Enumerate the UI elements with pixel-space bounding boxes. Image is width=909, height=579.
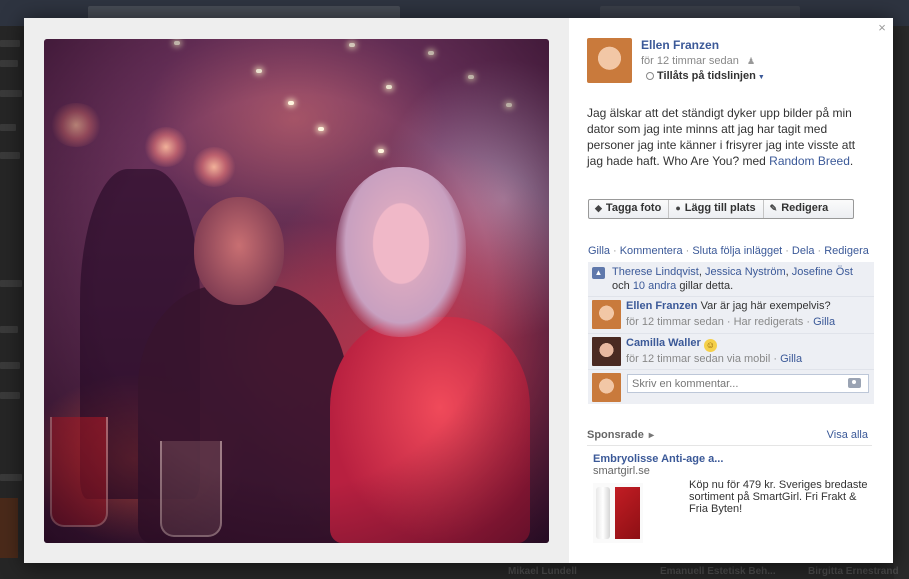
add-location-label: Lägg till plats — [684, 202, 756, 214]
friends-audience-icon[interactable]: ♟ — [747, 56, 757, 66]
separator-dot: · — [817, 245, 822, 257]
chevron-down-icon: ▼ — [757, 74, 765, 81]
post-actions-links: Gilla · Kommentera · Sluta följa inlägget · De… — [588, 245, 869, 257]
background-text-line — [0, 474, 22, 481]
separator-dot: · — [785, 245, 789, 257]
background-text-line — [0, 124, 16, 131]
sponsored-label: Sponsrade ▸ — [587, 429, 654, 441]
ad-bottle-shape — [596, 487, 610, 539]
timeline-status-label: Tillåts på tidslinjen — [657, 70, 756, 82]
background-text-line — [0, 392, 20, 399]
comment-text: Var är jag här exempelvis? — [700, 300, 831, 312]
background-contact-name: Emanuell Estetisk Beh... — [660, 566, 776, 577]
tag-photo-button[interactable]: ◆ Tagga foto — [589, 200, 670, 218]
camera-icon[interactable] — [848, 378, 861, 388]
sponsored-header: Sponsrade ▸ Visa alla — [587, 429, 872, 446]
background-contact-name: Mikael Lundell — [508, 566, 577, 577]
background-text-line — [0, 40, 20, 47]
edit-post-link[interactable]: Redigera — [824, 245, 869, 257]
comment-item: Camilla Waller ☺ för 12 timmar sedan via… — [588, 333, 874, 369]
ad-title-link[interactable]: Embryolisse Anti-age a... — [593, 453, 723, 465]
unfollow-post-link[interactable]: Sluta följa inlägget — [692, 245, 782, 257]
commenter-avatar[interactable] — [592, 300, 621, 329]
likes-and: och — [612, 280, 630, 292]
photo-lightbox: × Ellen Franzen för 12 timmar sedan ♟ Ti… — [24, 18, 893, 563]
thumbs-up-icon: ▲ — [592, 267, 605, 279]
comment-body: Ellen Franzen Var är jag här exempelvis? — [626, 300, 831, 312]
comment-like-link[interactable]: Gilla — [813, 316, 835, 328]
comment-body: Camilla Waller ☺ — [626, 337, 717, 352]
tag-icon: ◆ — [595, 203, 602, 213]
commenter-name-link[interactable]: Camilla Waller — [626, 337, 701, 349]
comment-timestamp[interactable]: för 12 timmar sedan via mobil — [626, 353, 770, 365]
likes-summary: ▲ Therese Lindqvist, Jessica Nyström, Jo… — [588, 262, 874, 296]
author-avatar[interactable] — [587, 38, 632, 83]
comment-edited-label[interactable]: Har redigerats — [734, 316, 804, 328]
caption-with-word: med — [742, 154, 766, 168]
comment-meta: för 12 timmar sedan · Har redigerats · G… — [626, 316, 836, 328]
commenter-avatar[interactable] — [592, 337, 621, 366]
background-left-column — [0, 26, 24, 579]
ad-body-text: Köp nu för 479 kr. Sveriges bredaste sor… — [689, 479, 868, 515]
pencil-icon: ✎ — [769, 203, 778, 213]
laughing-emoji-icon: ☺ — [703, 339, 717, 352]
caption-period: . — [849, 154, 854, 168]
background-contact-name: Birgitta Ernestrand — [808, 566, 899, 577]
other-likers-link[interactable]: 10 andra — [633, 280, 676, 292]
comment-timestamp[interactable]: för 12 timmar sedan — [626, 316, 724, 328]
like-link[interactable]: Gilla — [588, 245, 610, 257]
comment-input[interactable] — [627, 374, 869, 393]
post-caption: Jag älskar att det ständigt dyker upp bi… — [587, 105, 871, 169]
edit-button[interactable]: ✎ Redigera — [764, 200, 836, 218]
commenter-name-link[interactable]: Ellen Franzen — [626, 300, 698, 312]
post-photo[interactable] — [44, 39, 549, 543]
megaphone-icon: ▸ — [648, 430, 654, 441]
timeline-status-dropdown[interactable]: Tillåts på tidslinjen ▼ — [646, 70, 765, 82]
share-link[interactable]: Dela — [792, 245, 815, 257]
separator-dot: · — [613, 245, 617, 257]
separator-dot: · — [685, 245, 690, 257]
tag-photo-label: Tagga foto — [605, 202, 662, 214]
viewer-avatar — [592, 373, 621, 402]
close-icon[interactable]: × — [875, 21, 889, 35]
ad-product-image[interactable] — [593, 483, 643, 543]
background-text-line — [0, 60, 18, 67]
sponsored-label-text: Sponsrade — [587, 429, 644, 441]
tagged-page-link[interactable]: Random Breed — [769, 154, 850, 168]
edit-label: Redigera — [781, 202, 829, 214]
ad-box-shape — [615, 487, 640, 539]
liker-link[interactable]: Therese Lindqvist — [612, 266, 699, 278]
background-text-line — [0, 326, 18, 333]
comment-meta: för 12 timmar sedan via mobil · Gilla — [626, 353, 803, 365]
comment-like-link[interactable]: Gilla — [780, 353, 802, 365]
comment-composer — [588, 369, 874, 404]
background-text-line — [0, 362, 20, 369]
add-location-button[interactable]: ● Lägg till plats — [669, 200, 764, 218]
likes-text: Therese Lindqvist, Jessica Nyström, Jose… — [612, 266, 853, 292]
background-text-line — [0, 90, 22, 97]
author-name-link[interactable]: Ellen Franzen — [641, 38, 719, 52]
ad-domain: smartgirl.se — [593, 465, 650, 477]
photo-stage — [24, 18, 569, 563]
background-thumbnail — [0, 498, 18, 558]
photo-action-bar: ◆ Tagga foto ● Lägg till plats ✎ Redigera — [588, 199, 854, 219]
liker-link[interactable]: Josefine Öst — [792, 266, 853, 278]
circle-icon — [646, 72, 654, 80]
background-text-line — [0, 280, 22, 287]
likes-suffix: gillar detta. — [679, 280, 734, 292]
comment-item: Ellen Franzen Var är jag här exempelvis?… — [588, 296, 874, 333]
post-timestamp[interactable]: för 12 timmar sedan — [641, 55, 739, 67]
comment-link[interactable]: Kommentera — [620, 245, 683, 257]
photo-side-panel: Ellen Franzen för 12 timmar sedan ♟ Till… — [587, 18, 874, 563]
see-all-ads-link[interactable]: Visa alla — [827, 429, 868, 441]
liker-link[interactable]: Jessica Nyström — [705, 266, 786, 278]
location-pin-icon: ● — [675, 203, 681, 213]
photo-vignette — [44, 39, 549, 543]
background-text-line — [0, 152, 20, 159]
